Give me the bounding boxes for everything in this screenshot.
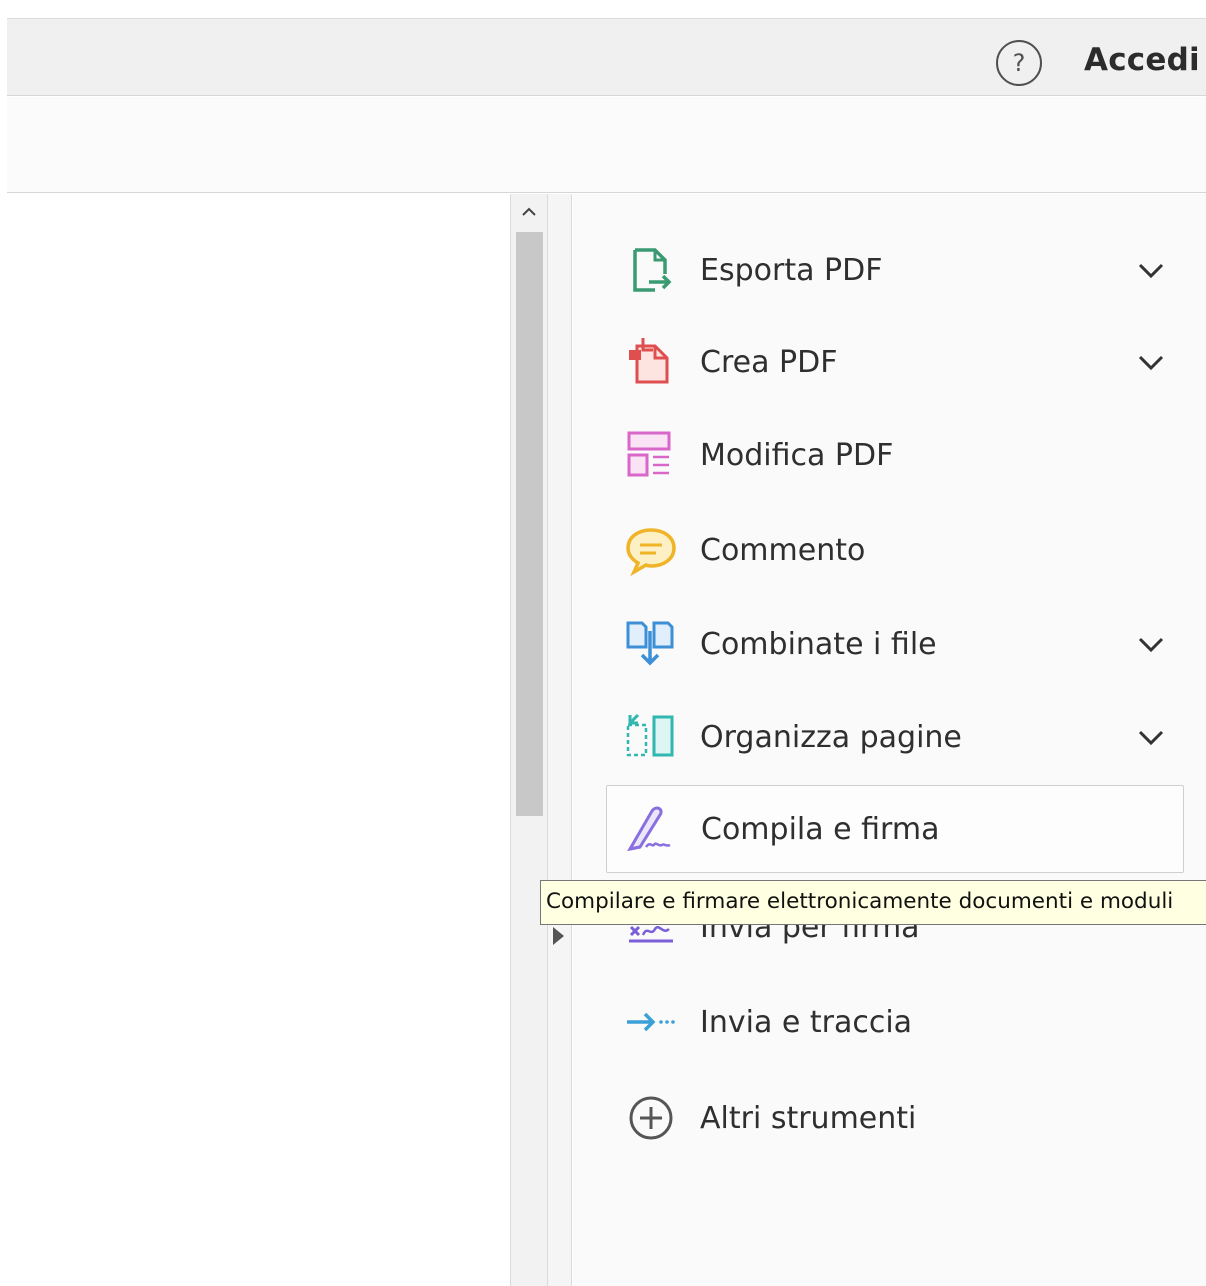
more-tools-icon <box>622 1089 680 1147</box>
help-symbol: ? <box>1012 49 1026 77</box>
organize-pages-icon <box>622 708 680 766</box>
signin-link[interactable]: Accedi <box>1084 40 1200 80</box>
tool-label: Modifica PDF <box>700 437 894 473</box>
chevron-down-icon[interactable] <box>1136 350 1166 374</box>
tool-send-track[interactable]: Invia e traccia <box>606 978 1184 1066</box>
create-pdf-icon <box>622 333 680 391</box>
tool-label: Crea PDF <box>700 344 838 380</box>
tool-label: Organizza pagine <box>700 719 962 755</box>
tool-organize-pages[interactable]: Organizza pagine <box>606 693 1184 781</box>
fill-sign-icon <box>623 800 681 858</box>
tool-label: Invia e traccia <box>700 1004 913 1040</box>
tooltip: Compilare e firmare elettronicamente doc… <box>540 880 1206 925</box>
chevron-down-icon[interactable] <box>1136 258 1166 282</box>
tool-export-pdf[interactable]: Esporta PDF <box>606 226 1184 314</box>
chevron-up-icon <box>522 207 536 216</box>
toolbar <box>7 97 1206 193</box>
comment-icon <box>622 521 680 579</box>
collapse-pane-arrow-icon[interactable] <box>553 927 564 945</box>
tool-create-pdf[interactable]: Crea PDF <box>606 318 1184 406</box>
chevron-down-icon[interactable] <box>1136 632 1166 656</box>
pane-splitter[interactable] <box>548 194 572 1286</box>
tool-label: Esporta PDF <box>700 252 883 288</box>
tool-comment[interactable]: Commento <box>606 506 1184 594</box>
send-track-icon <box>622 993 680 1051</box>
tool-label: Commento <box>700 532 866 568</box>
tool-edit-pdf[interactable]: Modifica PDF <box>606 411 1184 499</box>
vertical-scrollbar[interactable] <box>510 194 548 1286</box>
tool-label: Compila e firma <box>701 811 940 847</box>
document-view[interactable] <box>0 194 510 1286</box>
scroll-thumb[interactable] <box>516 232 543 816</box>
tool-label: Altri strumenti <box>700 1100 917 1136</box>
window-top-edge <box>0 0 1206 18</box>
export-pdf-icon <box>622 241 680 299</box>
tool-fill-sign[interactable]: Compila e firma <box>606 785 1184 873</box>
tool-more-tools[interactable]: Altri strumenti <box>606 1074 1184 1162</box>
combine-files-icon <box>622 615 680 673</box>
help-icon[interactable]: ? <box>996 40 1042 86</box>
chevron-down-icon[interactable] <box>1136 725 1166 749</box>
edit-pdf-icon <box>622 426 680 484</box>
tool-combine-files[interactable]: Combinate i file <box>606 600 1184 688</box>
tool-label: Combinate i file <box>700 626 937 662</box>
scroll-up-button[interactable] <box>511 194 547 230</box>
